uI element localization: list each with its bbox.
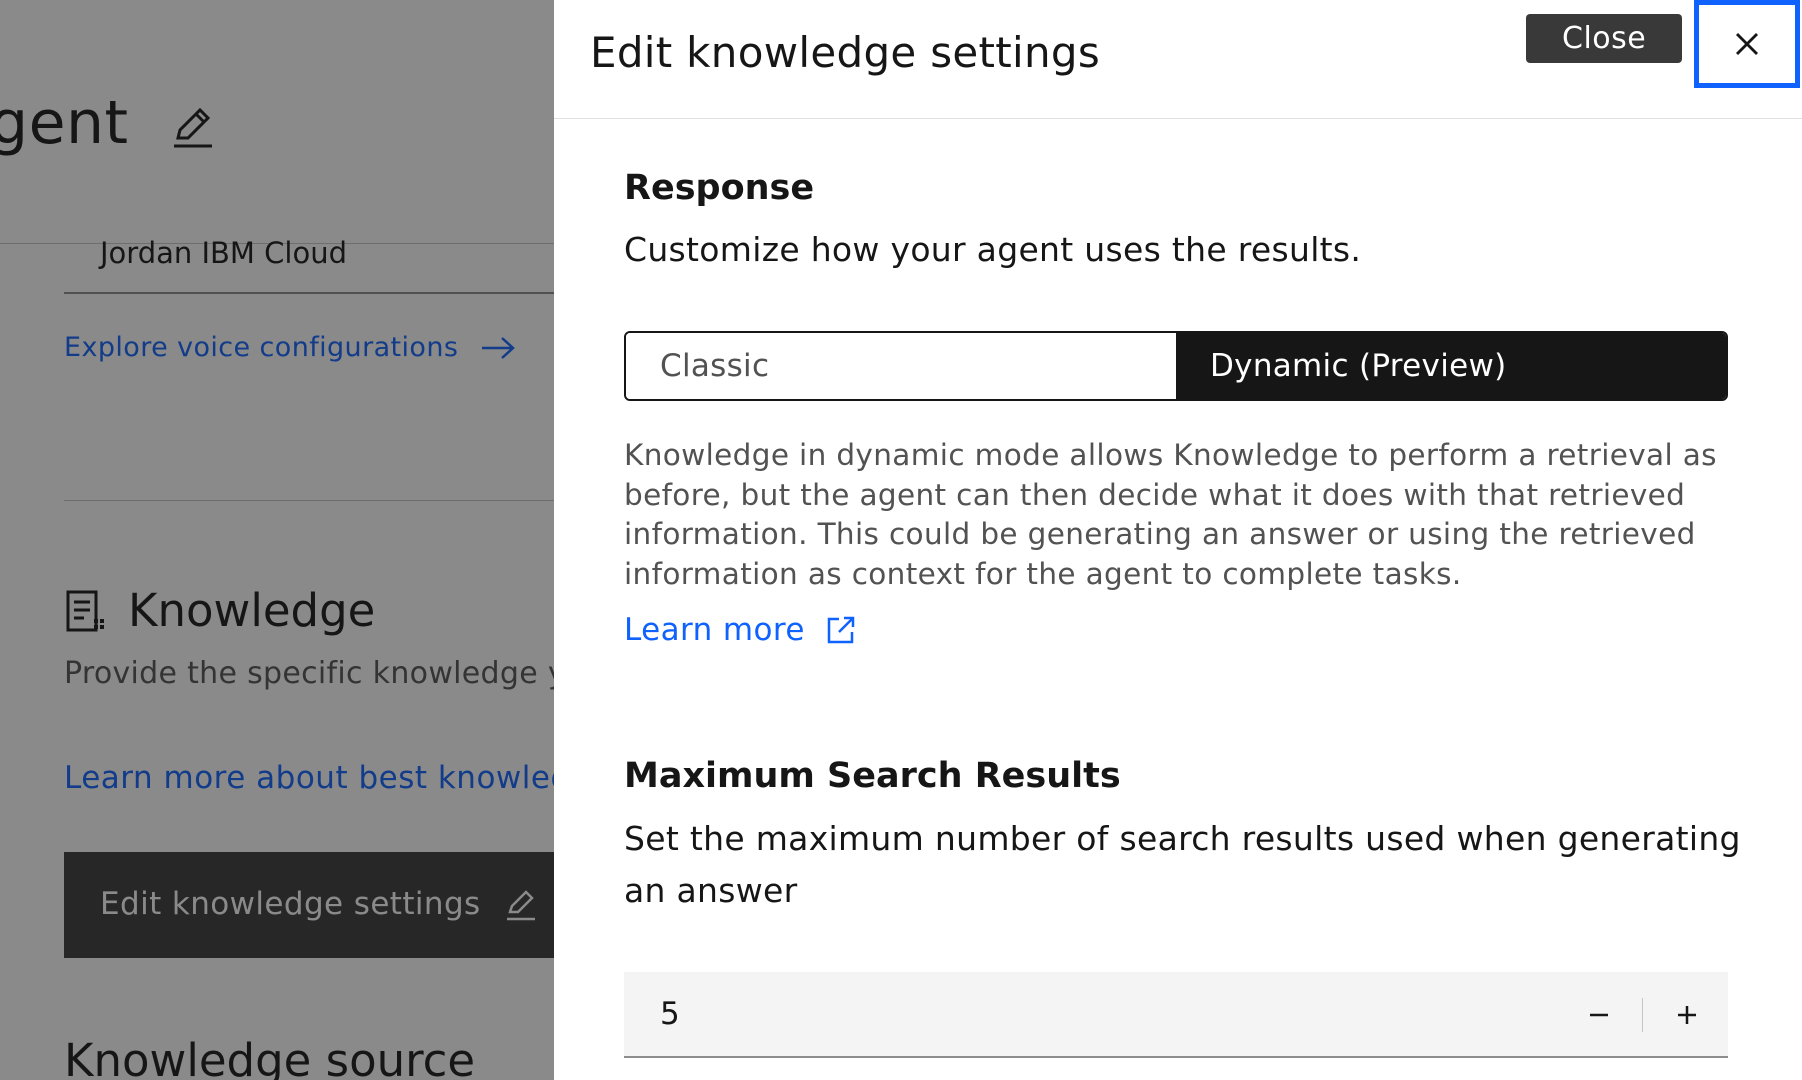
increment-button[interactable] [1644,972,1730,1058]
response-title: Response [624,168,815,208]
external-link-icon [827,616,855,644]
learn-more-label: Learn more [624,612,805,648]
plus-icon [1678,1006,1696,1024]
max-results-title: Maximum Search Results [624,756,1121,796]
mode-option-dynamic[interactable]: Dynamic (Preview) [1176,333,1726,399]
max-results-number-input[interactable]: 5 [624,972,1728,1058]
panel-header: Edit knowledge settings Close [554,0,1802,119]
close-icon [1736,33,1758,55]
max-results-description: Set the maximum number of search results… [624,819,1741,910]
max-results-value: 5 [660,996,680,1032]
tooltip-arrow [1672,28,1682,48]
learn-more-link[interactable]: Learn more [624,612,857,648]
stepper-divider [1642,998,1643,1032]
response-description: Customize how your agent uses the result… [624,230,1362,269]
minus-icon [1590,1013,1608,1017]
response-mode-switcher: Classic Dynamic (Preview) [624,331,1728,401]
decrement-button[interactable] [1556,972,1642,1058]
edit-knowledge-panel: Edit knowledge settings Close Response C… [554,0,1802,1080]
panel-title: Edit knowledge settings [590,28,1101,77]
close-button[interactable] [1694,0,1800,88]
mode-option-classic[interactable]: Classic [626,333,1176,399]
close-tooltip: Close [1526,14,1683,63]
dynamic-mode-helper-text: Knowledge in dynamic mode allows Knowled… [624,438,1717,591]
